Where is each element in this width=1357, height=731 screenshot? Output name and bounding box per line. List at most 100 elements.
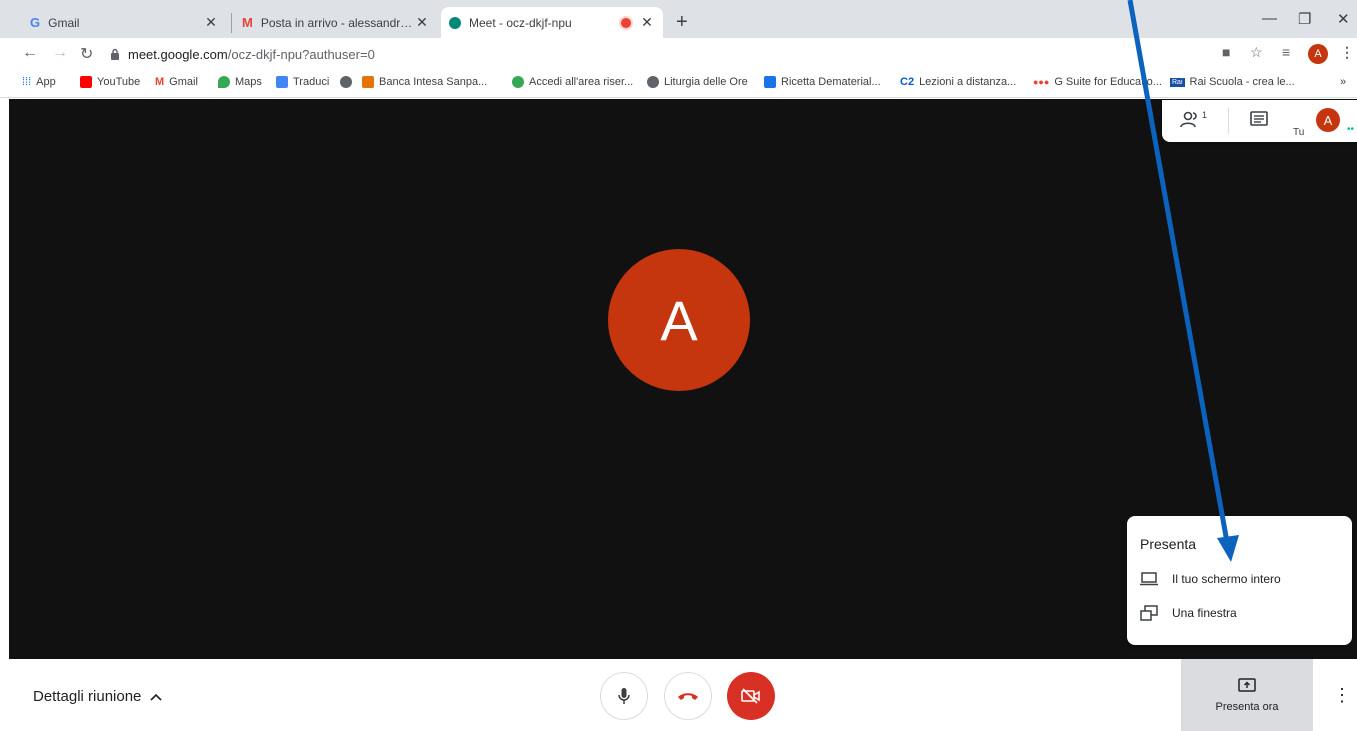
menu-item-label: Una finestra bbox=[1172, 606, 1237, 620]
bookmark-globe[interactable] bbox=[340, 76, 357, 88]
microphone-icon bbox=[618, 688, 630, 704]
menu-kebab-icon[interactable]: ⋮ bbox=[1340, 44, 1354, 61]
tab-meet[interactable]: Meet - ocz-dkjf-npu ✕ bbox=[441, 7, 663, 38]
gmail-icon: M bbox=[242, 15, 253, 30]
present-menu-header: Presenta bbox=[1140, 536, 1197, 552]
url-host: meet.google.com bbox=[128, 46, 228, 62]
meeting-bottom-bar: Dettagli riunione Presenta ora ⋮ bbox=[0, 659, 1357, 731]
restore-icon[interactable]: ❐ bbox=[1298, 10, 1311, 28]
tab-separator bbox=[231, 13, 232, 33]
close-tab-icon[interactable]: ✕ bbox=[414, 14, 430, 31]
microphone-button[interactable] bbox=[600, 672, 648, 720]
present-now-label: Presenta ora bbox=[1215, 701, 1279, 713]
hang-up-button[interactable] bbox=[664, 672, 712, 720]
bookmark-maps[interactable]: Maps bbox=[218, 76, 262, 88]
bookmark-label: Gmail bbox=[169, 76, 198, 88]
present-window-item[interactable]: Una finestra bbox=[1127, 598, 1352, 628]
participant-avatar: A bbox=[608, 249, 750, 391]
bank-icon bbox=[362, 76, 374, 88]
present-screen-icon bbox=[1238, 678, 1256, 692]
camera-off-icon bbox=[741, 688, 760, 704]
bookmark-label: YouTube bbox=[97, 76, 141, 88]
audio-dots-icon: •• bbox=[1347, 124, 1355, 135]
maps-pin-icon bbox=[218, 76, 230, 88]
bookmark-label: Accedi all'area riser... bbox=[529, 76, 634, 88]
globe-icon bbox=[647, 76, 659, 88]
document-icon bbox=[764, 76, 776, 88]
bookmark-label: Banca Intesa Sanpa... bbox=[379, 76, 488, 88]
star-icon[interactable]: ☆ bbox=[1250, 44, 1263, 61]
minimize-icon[interactable]: — bbox=[1262, 10, 1277, 27]
media-control-icon[interactable]: ≡ bbox=[1282, 44, 1290, 60]
bookmark-gsuite[interactable]: ●●● G Suite for Educatio... bbox=[1033, 76, 1162, 88]
gmail-icon: M bbox=[155, 76, 165, 88]
self-avatar[interactable]: A bbox=[1316, 108, 1340, 132]
tab-title: Gmail bbox=[48, 15, 80, 30]
browser-toolbar: ← → ↻ meet.google.com /ocz-dkjf-npu?auth… bbox=[0, 38, 1357, 70]
url-path: /ocz-dkjf-npu?authuser=0 bbox=[227, 46, 375, 62]
close-tab-icon[interactable]: ✕ bbox=[203, 14, 219, 31]
chat-icon[interactable] bbox=[1250, 111, 1268, 129]
phone-hangup-icon bbox=[678, 693, 698, 700]
bookmark-label: Maps bbox=[235, 76, 262, 88]
participants-count: 1 bbox=[1202, 110, 1208, 120]
present-menu: Presenta Il tuo schermo intero Una fines… bbox=[1127, 516, 1352, 645]
present-entire-screen-item[interactable]: Il tuo schermo intero bbox=[1127, 564, 1352, 594]
tab-strip: G Gmail ✕ M Posta in arrivo - alessandro… bbox=[0, 0, 1357, 38]
meeting-details-button[interactable]: Dettagli riunione bbox=[33, 688, 163, 705]
bookmark-label: Rai Scuola - crea le... bbox=[1189, 76, 1295, 88]
meet-icon bbox=[449, 16, 461, 29]
bookmark-accedi[interactable]: Accedi all'area riser... bbox=[512, 76, 633, 88]
forward-icon[interactable]: → bbox=[52, 44, 68, 62]
tab-title: Meet - ocz-dkjf-npu bbox=[469, 15, 572, 30]
bookmark-label: Liturgia delle Ore bbox=[664, 76, 748, 88]
rai-logo-icon: Rai bbox=[1170, 77, 1185, 87]
profile-avatar[interactable]: A bbox=[1308, 44, 1328, 64]
tab-title: Posta in arrivo - alessandronencio bbox=[260, 15, 414, 30]
bookmark-ricetta[interactable]: Ricetta Dematerial... bbox=[764, 76, 881, 88]
bookmark-label: Lezioni a distanza... bbox=[919, 76, 1017, 88]
tab-gmail[interactable]: G Gmail ✕ bbox=[22, 7, 227, 38]
meeting-top-panel: 1 Tu A •• bbox=[1162, 100, 1357, 142]
people-icon bbox=[1180, 111, 1197, 128]
present-now-button[interactable]: Presenta ora bbox=[1181, 659, 1313, 731]
panel-divider bbox=[1228, 108, 1229, 134]
bookmarks-bar: ⁞⁞⁞ App YouTube M Gmail Maps Traduci Ban… bbox=[0, 70, 1357, 98]
close-tab-icon[interactable]: ✕ bbox=[639, 14, 655, 31]
bookmark-lezioni[interactable]: C2 Lezioni a distanza... bbox=[900, 76, 1016, 88]
sparkle-icon bbox=[512, 76, 524, 88]
menu-item-label: Il tuo schermo intero bbox=[1172, 572, 1281, 586]
chevron-up-icon bbox=[150, 693, 162, 701]
new-tab-button[interactable]: + bbox=[676, 12, 688, 32]
lock-icon bbox=[111, 48, 119, 60]
camera-icon[interactable]: ■ bbox=[1222, 44, 1230, 60]
bookmark-gmail[interactable]: M Gmail bbox=[155, 76, 198, 88]
window-icon bbox=[1140, 605, 1158, 621]
meeting-details-label: Dettagli riunione bbox=[33, 688, 142, 705]
tab-inbox[interactable]: M Posta in arrivo - alessandronencio ✕ bbox=[234, 7, 438, 38]
bookmark-youtube[interactable]: YouTube bbox=[80, 76, 140, 88]
camera-off-button[interactable] bbox=[727, 672, 775, 720]
address-bar[interactable]: meet.google.com /ocz-dkjf-npu?authuser=0 bbox=[110, 41, 1190, 67]
translate-icon bbox=[276, 76, 288, 88]
c2-logo-icon: C2 bbox=[900, 76, 915, 88]
bookmark-label: Ricetta Dematerial... bbox=[781, 76, 881, 88]
bookmark-translate[interactable]: Traduci bbox=[276, 76, 329, 88]
bookmark-liturgia[interactable]: Liturgia delle Ore bbox=[647, 76, 748, 88]
bookmark-label: Traduci bbox=[293, 76, 330, 88]
bookmark-label: App bbox=[36, 76, 56, 88]
bookmark-label: G Suite for Educatio... bbox=[1054, 76, 1162, 88]
apps-grid-icon: ⁞⁞⁞ bbox=[22, 76, 32, 88]
bookmark-raiscuola[interactable]: Rai Rai Scuola - crea le... bbox=[1170, 76, 1295, 88]
back-icon[interactable]: ← bbox=[22, 44, 38, 62]
more-options-icon[interactable]: ⋮ bbox=[1333, 685, 1351, 706]
bookmark-intesa[interactable]: Banca Intesa Sanpa... bbox=[362, 76, 487, 88]
you-label: Tu bbox=[1293, 127, 1305, 138]
reload-icon[interactable]: ↻ bbox=[80, 44, 93, 64]
laptop-icon bbox=[1140, 572, 1158, 586]
google-g-icon: G bbox=[30, 15, 41, 30]
bookmark-app[interactable]: ⁞⁞⁞ App bbox=[22, 76, 56, 88]
close-window-icon[interactable]: ✕ bbox=[1337, 10, 1350, 28]
bookmarks-overflow-button[interactable]: » bbox=[1340, 76, 1346, 88]
people-button[interactable]: 1 bbox=[1180, 110, 1207, 128]
